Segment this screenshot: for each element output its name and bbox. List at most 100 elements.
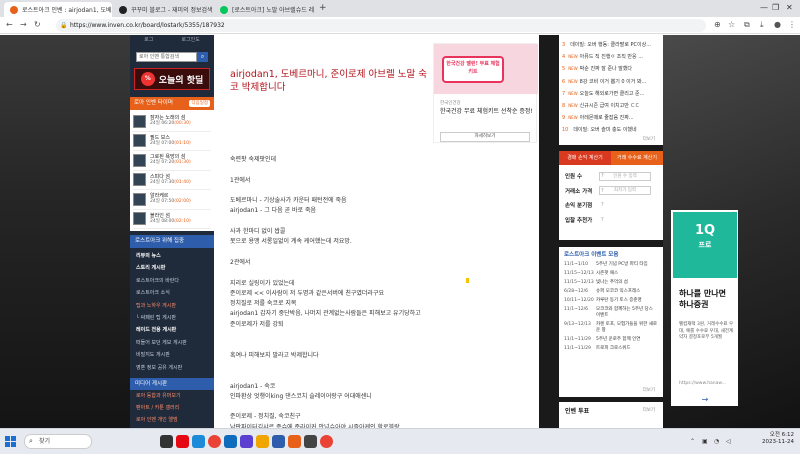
top-link[interactable]: 로그 (144, 35, 153, 45)
hot-post-item[interactable]: 6 NEW 8강 코비 이거 뽑기 0 이거 봐... (562, 76, 660, 88)
zoom-icon[interactable]: ⊕ (714, 20, 721, 29)
media-menu-item[interactable]: 팬아트 / 카툰 갤러리 (130, 402, 214, 414)
browser-tab-1[interactable]: 로스트아크 인벤 : airjodan1, 도베르마니 ✕ (4, 2, 112, 17)
app-icon[interactable] (288, 435, 301, 448)
event-item[interactable]: 11/15~12/13 빛나는 추억의 섬 (564, 280, 658, 286)
edge-icon[interactable] (192, 435, 205, 448)
hot-post-item[interactable]: 4 NEW 아뮤드 직 진행ㅇ 조직 반응 ... (562, 51, 660, 63)
event-text: 5주년 기념 PC방 파티 타임 (596, 262, 648, 267)
event-item[interactable]: 9/13~12/13 카렌 토포, 모험가들을 위한 새로운 팡 (564, 322, 658, 334)
event-item[interactable]: 11/15~12/13 시즌팟 패스 (564, 271, 658, 277)
board-menu-item[interactable]: 비밀지도 게시판 (136, 349, 208, 361)
event-item[interactable]: 11/1~11/29 5주년 운로주 함께 인연 (564, 337, 658, 343)
board-menu-item[interactable]: 영혼 정보 공유 게시판 (136, 362, 208, 374)
board-menu-item[interactable]: 리뷰의 뉴스 (136, 250, 208, 262)
board-menu-item[interactable]: 로스트아크의 바란다 (136, 275, 208, 287)
hot-post-item[interactable]: 3 데이빌: 오버 행동: 클라팔로 PC이상... (562, 39, 660, 51)
profile-icon[interactable]: ● (774, 20, 781, 29)
media-menu-item[interactable]: 로아 등합과 유머보기 (130, 390, 214, 402)
board-menu-item[interactable]: 떠들어 보던 게보 게시판 (136, 337, 208, 349)
bookmark-star-icon[interactable]: ☆ (728, 20, 735, 29)
app-icon[interactable] (224, 435, 237, 448)
new-tab-icon[interactable]: + (319, 3, 327, 13)
maximize-icon[interactable]: ❐ (772, 3, 779, 12)
timer-row[interactable]: 필드 보스 24일 07:00(01:10) (133, 132, 211, 151)
tab-auction-calc[interactable]: 경매 손익 계산기 (559, 151, 611, 165)
chrome-icon[interactable] (320, 435, 333, 448)
download-icon[interactable]: ⤓ (760, 20, 764, 30)
help-icon[interactable]: ? (601, 217, 604, 223)
timer-row[interactable]: 스피다 섬 24일 07:30(01:40) (133, 171, 211, 190)
tab-fee-calc[interactable]: 거래 수수료 계산기 (611, 151, 663, 165)
volume-icon[interactable]: ◁ (726, 438, 731, 445)
ad-side[interactable]: ⓘ 1Q 프로 하나를 만나면 하나증권 펠컴재택 3원, 거래수수료 우대, … (671, 210, 738, 406)
hot-rank: 7 (562, 90, 566, 97)
search-input[interactable]: 로아 인벤 통합검색 (136, 52, 197, 62)
board-menu-item[interactable]: └ 싸페린 팁 게시판 (136, 312, 208, 324)
forward-icon[interactable]: → (20, 20, 27, 29)
hotdeal-banner[interactable]: % 오늘의 핫딜 (134, 68, 210, 90)
event-more-link[interactable]: 더보기 (643, 387, 655, 393)
event-item[interactable]: 6/28~12/6 슈퍼 모코코 익스프레스 (564, 289, 658, 295)
timer-row[interactable]: 그로된 욕망의 섬 24일 07:20(01:30) (133, 151, 211, 171)
windows-start-icon[interactable] (5, 436, 16, 447)
event-item[interactable]: 11/1~1/10 5주년 기념 PC방 파티 타임 (564, 262, 658, 268)
extensions-icon[interactable]: ⧉ (744, 20, 750, 30)
hot-rank: 8 (562, 103, 566, 110)
timer-thumbnail (133, 134, 146, 148)
board-menu-item[interactable]: 로스트아크 소식 (136, 287, 208, 299)
netflix-icon[interactable] (176, 435, 189, 448)
explorer-icon[interactable] (256, 435, 269, 448)
browser-tab-2[interactable]: 꾸꾸미 블로그 - 재미의 정보검색 사이트 ✕ (113, 2, 213, 17)
top-link[interactable]: 로그인도 (181, 35, 199, 45)
chrome-icon[interactable] (208, 435, 221, 448)
board-menu-item[interactable]: 스토리 게시판 (136, 262, 208, 274)
page-bottom-strip (0, 454, 800, 470)
hot-more-link[interactable]: 더보기 (643, 136, 655, 142)
browser-tab-3[interactable]: [로스트아크] 노말 아브렐슈드 레이드 ✕ (214, 2, 314, 17)
ad-more-button[interactable]: 자세히보기 (440, 132, 530, 142)
hot-post-item[interactable]: 8 NEW 신규시즌 급여 이치고만 ㄷㄷ (562, 100, 660, 112)
taskview-icon[interactable] (160, 435, 173, 448)
board-menu-item[interactable]: 레이드 전용 게시판 (136, 324, 208, 336)
event-item[interactable]: 11/1~11/29 트로피 크로스위드 (564, 346, 658, 352)
hot-post-item[interactable]: 9 NEW 아레몬때로 줄잡음 진짜... (562, 112, 660, 124)
timer-time: 24일 08:00(02:10) (150, 219, 191, 225)
url-field[interactable]: 🔒 https://www.inven.co.kr/board/lostark/… (56, 19, 706, 32)
ad-logo-sub: 프로 (698, 241, 712, 249)
board-menu-item[interactable]: 팁과 노하우 게시판 (136, 300, 208, 312)
article-line: 준이로제가 저를 강퇴 (230, 320, 284, 328)
wifi-icon[interactable]: ◔ (714, 438, 719, 445)
timer-row[interactable]: 잠자는 노래의 섬 24일 06:20(00:30) (133, 112, 211, 132)
event-item[interactable]: 11/1~12/6 모코코와 함께하는 5주년 당스 이벤트 (564, 307, 658, 319)
clock[interactable]: 오전 6:12 2023-11-24 (762, 432, 794, 446)
menu-dots-icon[interactable]: ⋮ (788, 20, 796, 29)
taskbar-search[interactable]: ⌕ 찾기 (24, 434, 92, 449)
minimize-icon[interactable]: — (760, 3, 768, 12)
tray-chevron-icon[interactable]: ⌃ (690, 438, 695, 445)
app-icon[interactable] (240, 435, 253, 448)
search-icon[interactable]: ⌕ (197, 52, 208, 62)
ad-arrow-icon[interactable]: → (697, 395, 713, 405)
timer-more-button[interactable]: 다음일정 (189, 100, 210, 107)
window-close-icon[interactable]: ✕ (786, 3, 793, 12)
event-item[interactable]: 10/11~12/20 카루탄 동기 토스 증준명 (564, 298, 658, 304)
left-sidebar: 로그 로그인도 로아 인벤 통합검색 ⌕ % 오늘의 핫딜 로아 인벤 타이머 … (130, 35, 214, 428)
vote-more-link[interactable]: 더보기 (643, 407, 655, 413)
article-line (230, 371, 530, 381)
calc-input[interactable]: 인원 수 입력 (599, 171, 651, 181)
reload-icon[interactable]: ↻ (34, 20, 41, 29)
media-menu-item[interactable]: 로아 인벤 개인 앨범 (130, 414, 214, 426)
timer-row[interactable]: 알라케르 24일 07:50(02:00) (133, 190, 211, 210)
app-icon[interactable] (304, 435, 317, 448)
back-icon[interactable]: ← (6, 20, 13, 29)
ad-top[interactable]: 한국건강 밸런! 무료 체험키트 한국인건강 한국건강 무료 체험키트 선착순 … (433, 43, 538, 143)
hot-post-item[interactable]: 10 데이빌: 오버 슬미 충도 이했네 (562, 124, 660, 136)
hot-post-item[interactable]: 7 NEW 오늘도 해외로가면 클리고 준... (562, 88, 660, 100)
tray-app-icon[interactable]: ▣ (702, 438, 708, 445)
help-icon[interactable]: ? (601, 202, 604, 208)
app-icon[interactable] (272, 435, 285, 448)
calc-input[interactable]: 최저가 입력 (599, 186, 651, 196)
timer-row[interactable]: 블라인 섬 24일 08:00(02:10) (133, 210, 211, 229)
hot-post-item[interactable]: 5 NEW 박순 진짜 잘 준나 말했다 (562, 63, 660, 75)
